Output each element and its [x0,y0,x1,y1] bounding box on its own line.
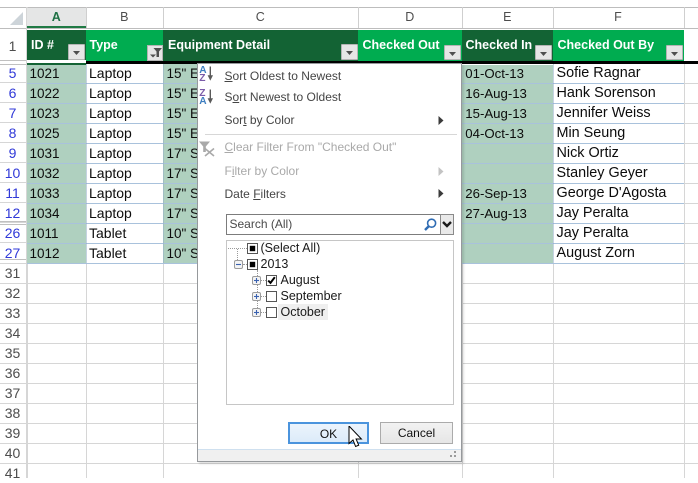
svg-text:A: A [199,96,207,105]
svg-text:Z: Z [199,73,205,82]
